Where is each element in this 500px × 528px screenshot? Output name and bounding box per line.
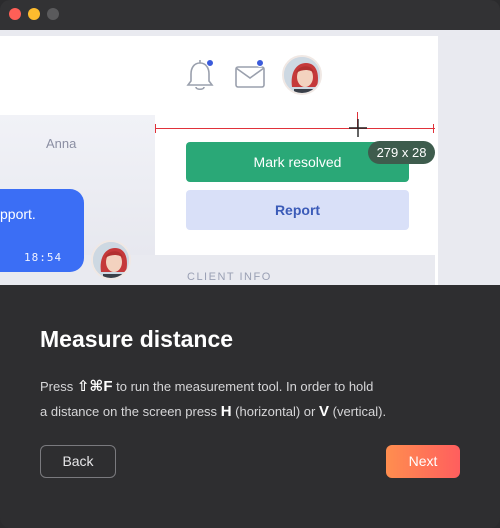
description-text: a distance on the screen press [40, 404, 218, 419]
feature-title: Measure distance [40, 326, 234, 352]
user-avatar[interactable] [282, 55, 322, 95]
onboarding-window: Anna pport. 18:54 Mark resolved Report C… [0, 0, 500, 528]
feature-description: Press ⇧⌘F to run the measurement tool. I… [40, 374, 480, 424]
shortcut-keys: ⇧⌘F [76, 378, 113, 395]
description-text: (vertical). [332, 404, 387, 419]
chat-avatar [91, 240, 131, 280]
notification-indicator [206, 59, 214, 67]
chat-sender-name: Anna [46, 136, 77, 151]
panel-divider [435, 36, 438, 285]
measurement-horizontal-line [155, 128, 435, 129]
message-indicator [256, 59, 264, 67]
messages-mail-icon[interactable] [235, 66, 265, 88]
back-button[interactable]: Back [40, 445, 116, 478]
chat-message-time: 18:54 [24, 251, 63, 264]
vertical-key: V [318, 403, 329, 420]
horizontal-key: H [220, 403, 232, 420]
ticket-action-panel [155, 115, 435, 255]
zoom-window-button[interactable] [47, 8, 59, 20]
chat-message-text: pport. [0, 206, 36, 222]
description-text: to run the measurement tool. In order to… [116, 379, 374, 394]
minimize-window-button[interactable] [28, 8, 40, 20]
measurement-end-cap [433, 124, 434, 133]
close-window-button[interactable] [9, 8, 21, 20]
description-text: (horizontal) or [235, 404, 316, 419]
next-button[interactable]: Next [386, 445, 460, 478]
measurement-readout-badge: 279 x 28 [368, 141, 435, 164]
title-bar [0, 0, 500, 30]
report-button[interactable]: Report [186, 190, 409, 230]
client-info-heading: CLIENT INFO [187, 271, 272, 283]
description-line-2: a distance on the screen press H (horizo… [40, 399, 480, 424]
measurement-start-cap [155, 124, 156, 133]
crosshair-cursor-icon [349, 119, 367, 137]
description-line-1: Press ⇧⌘F to run the measurement tool. I… [40, 374, 480, 399]
description-text: Press [40, 379, 74, 394]
